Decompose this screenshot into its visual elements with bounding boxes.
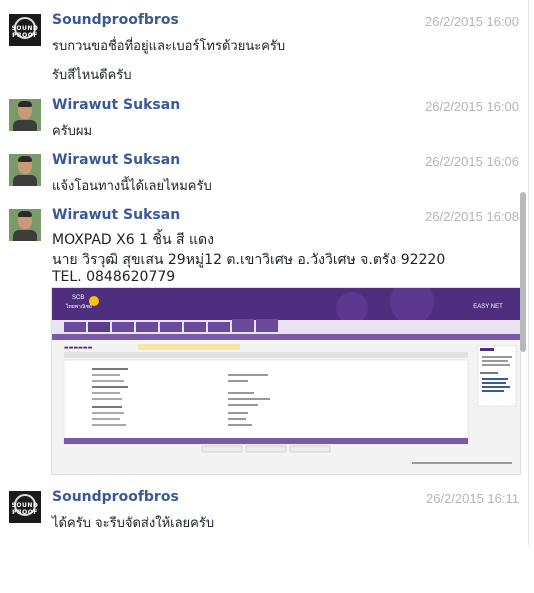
avatar-soundproofbros[interactable]: SOUND PROOF <box>9 14 41 46</box>
bank-logo-text: SCB <box>72 295 84 301</box>
avatar-wirawut[interactable] <box>9 99 41 131</box>
message-group: SOUND PROOF Soundproofbros 26/2/2015 16:… <box>0 10 525 85</box>
message-text: นาย วิรวุฒิ สุขเสน 29หมู่12 ต.เขาวิเศษ อ… <box>52 252 446 268</box>
svg-text:▬▬▬▬▬▬: ▬▬▬▬▬▬ <box>64 345 93 351</box>
panel-border <box>528 0 529 545</box>
sender-name[interactable]: Soundproofbros <box>52 489 179 505</box>
message-text: แจ้งโอนทางนี้ได้เลยไหมครับ <box>52 179 212 194</box>
scrollbar-thumb[interactable] <box>520 192 526 352</box>
message-group: Wirawut Suksan 26/2/2015 16:06 แจ้งโอนทา… <box>0 150 525 195</box>
sender-name[interactable]: Wirawut Suksan <box>52 97 180 113</box>
message-group: SOUND PROOF Soundproofbros 26/2/2015 16:… <box>0 487 525 532</box>
message-timestamp: 26/2/2015 16:00 <box>425 99 519 114</box>
sender-name[interactable]: Soundproofbros <box>52 12 179 28</box>
avatar-wirawut[interactable] <box>9 209 41 241</box>
message-text: รบกวนขอชื่อที่อยู่และเบอร์โทรด้วยนะครับ <box>52 39 286 54</box>
sender-name[interactable]: Wirawut Suksan <box>52 207 180 223</box>
avatar-soundproofbros[interactable]: SOUND PROOF <box>9 491 41 523</box>
message-timestamp: 26/2/2015 16:00 <box>425 14 519 29</box>
attached-screenshot[interactable]: SCB ไทยพาณิชย์ EASY NET ▬▬▬▬▬▬ <box>51 287 521 475</box>
service-name-text: EASY NET <box>473 304 503 310</box>
message-text: ได้ครับ จะรีบจัดส่งให้เลยครับ <box>52 516 215 531</box>
message-thread: SOUND PROOF Soundproofbros 26/2/2015 16:… <box>0 0 534 593</box>
avatar-wirawut[interactable] <box>9 154 41 186</box>
message-timestamp: 26/2/2015 16:11 <box>425 491 519 506</box>
message-text: รับสีไหนดีครับ <box>52 68 132 83</box>
message-group: Wirawut Suksan 26/2/2015 16:00 ครับผม <box>0 95 525 140</box>
bank-name-text: ไทยพาณิชย์ <box>65 303 92 310</box>
message-text: ครับผม <box>52 124 93 139</box>
message-timestamp: 26/2/2015 16:06 <box>425 154 519 169</box>
bank-transfer-screenshot: SCB ไทยพาณิชย์ EASY NET ▬▬▬▬▬▬ <box>52 288 520 474</box>
sender-name[interactable]: Wirawut Suksan <box>52 152 180 168</box>
message-group: Wirawut Suksan 26/2/2015 16:08 MOXPAD X6… <box>0 205 525 475</box>
message-timestamp: 26/2/2015 16:08 <box>425 209 519 224</box>
message-text: TEL. 0848620779 <box>52 269 176 285</box>
message-text: MOXPAD X6 1 ชิ้น สี แดง <box>52 232 214 248</box>
